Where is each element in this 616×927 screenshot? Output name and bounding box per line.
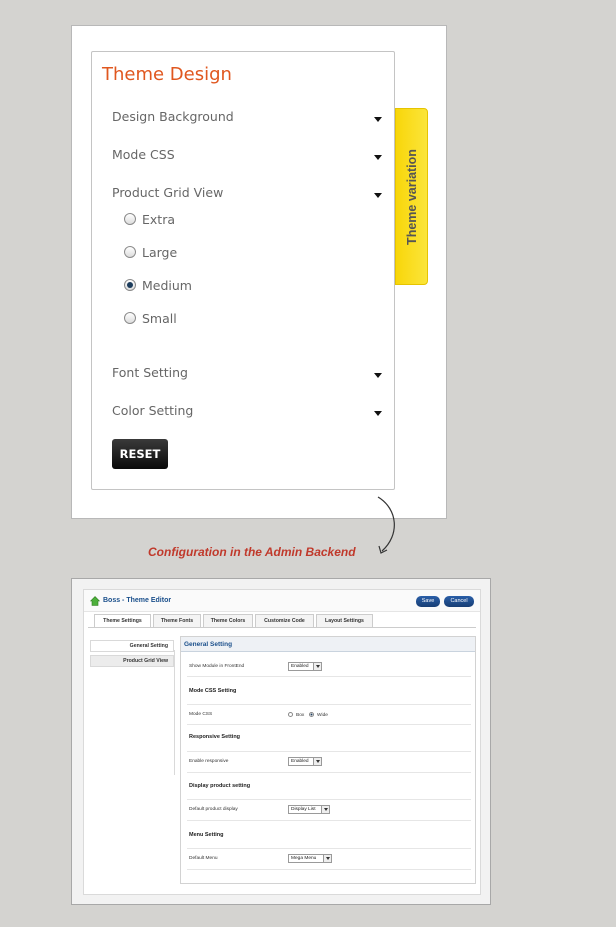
menu-font-setting[interactable]: Font Setting	[112, 365, 388, 387]
show-module-label: Show Module in FrontEnd	[189, 664, 245, 669]
sidebar-item-product-grid-view[interactable]: Product Grid View	[90, 655, 174, 667]
default-display-label: Default product display	[189, 807, 238, 812]
tabs-divider	[88, 627, 476, 628]
radio-button-checked[interactable]	[124, 279, 136, 291]
admin-header: Boss - Theme Editor Save Cancel	[84, 590, 480, 612]
divider	[187, 799, 471, 800]
radio-box-label: Box	[296, 713, 305, 718]
divider	[187, 820, 471, 821]
settings-panel-header: General Setting	[181, 637, 475, 652]
menu-product-grid-view[interactable]: Product Grid View	[112, 185, 388, 207]
radio-wide-label: Wide	[317, 713, 328, 718]
caret-down-icon	[374, 117, 382, 122]
config-caption: Configuration in the Admin Backend	[148, 545, 356, 559]
menu-color-setting[interactable]: Color Setting	[112, 403, 388, 425]
save-button[interactable]: Save	[416, 596, 440, 607]
select-arrow-icon	[323, 855, 331, 862]
sidebar-divider	[174, 650, 175, 775]
admin-screenshot-frame: Boss - Theme Editor Save Cancel Theme Se…	[71, 578, 491, 905]
divider	[187, 704, 471, 705]
menu-label: Font Setting	[112, 365, 188, 380]
radio-label: Small	[142, 311, 177, 326]
menu-label: Design Background	[112, 109, 234, 124]
theme-design-panel: Theme Design Design Background Mode CSS …	[91, 51, 395, 490]
radio-label: Large	[142, 245, 178, 260]
default-menu-label: Default Menu	[189, 856, 218, 861]
default-menu-select[interactable]: Mega Menu	[288, 854, 332, 863]
default-display-select[interactable]: Display List	[288, 805, 330, 814]
select-value: Enabled	[291, 759, 309, 764]
caret-down-icon	[374, 373, 382, 378]
caret-down-icon	[374, 193, 382, 198]
section-display-product: Display product setting	[189, 783, 251, 789]
radio-label: Extra	[142, 212, 175, 227]
tab-theme-colors[interactable]: Theme Colors	[203, 614, 253, 627]
home-icon	[90, 596, 100, 606]
tab-theme-settings[interactable]: Theme Settings	[94, 614, 151, 628]
section-responsive: Responsive Setting	[189, 734, 241, 740]
show-module-select[interactable]: Enabled	[288, 662, 322, 671]
select-arrow-icon	[313, 758, 321, 765]
menu-mode-css[interactable]: Mode CSS	[112, 147, 388, 169]
caret-down-icon	[374, 411, 382, 416]
radio-button[interactable]	[124, 246, 136, 258]
radio-button[interactable]	[124, 312, 136, 324]
radio-box[interactable]	[288, 712, 293, 717]
select-value: Mega Menu	[291, 856, 317, 861]
menu-design-background[interactable]: Design Background	[112, 109, 388, 131]
select-value: Enabled	[291, 664, 309, 669]
section-mode-css: Mode CSS Setting	[189, 688, 237, 694]
divider	[187, 772, 471, 773]
select-value: Display List	[291, 807, 316, 812]
caret-down-icon	[374, 155, 382, 160]
tab-theme-fonts[interactable]: Theme Fonts	[153, 614, 201, 627]
settings-panel: General Setting Show Module in FrontEnd …	[180, 636, 476, 884]
theme-variation-tab[interactable]: Theme variation	[395, 108, 428, 285]
divider	[187, 848, 471, 849]
menu-label: Color Setting	[112, 403, 194, 418]
menu-label: Mode CSS	[112, 147, 175, 162]
select-arrow-icon	[321, 806, 329, 813]
divider	[187, 676, 471, 677]
mode-css-label: Mode CSS	[189, 712, 213, 717]
section-menu: Menu Setting	[189, 832, 224, 838]
divider	[187, 869, 471, 870]
admin-title: Boss - Theme Editor	[103, 597, 172, 604]
sidebar-item-general-setting[interactable]: General Setting	[90, 640, 174, 652]
settings-panel-title: General Setting	[184, 641, 233, 648]
divider	[187, 724, 471, 725]
reset-button[interactable]: RESET	[112, 439, 168, 469]
tab-customize-code[interactable]: Customize Code	[255, 614, 314, 627]
enable-responsive-select[interactable]: Enabled	[288, 757, 322, 766]
radio-wide[interactable]	[309, 712, 314, 717]
tab-layout-settings[interactable]: Layout Settings	[316, 614, 373, 627]
admin-window: Boss - Theme Editor Save Cancel Theme Se…	[83, 589, 481, 895]
curved-arrow-icon	[377, 496, 395, 554]
cancel-button[interactable]: Cancel	[444, 596, 474, 607]
enable-responsive-label: Enable responsive	[189, 759, 229, 764]
theme-variation-label: Theme variation	[404, 148, 419, 245]
radio-label: Medium	[142, 278, 192, 293]
radio-button[interactable]	[124, 213, 136, 225]
menu-label: Product Grid View	[112, 185, 224, 200]
divider	[187, 751, 471, 752]
panel-title: Theme Design	[102, 64, 232, 85]
select-arrow-icon	[313, 663, 321, 670]
